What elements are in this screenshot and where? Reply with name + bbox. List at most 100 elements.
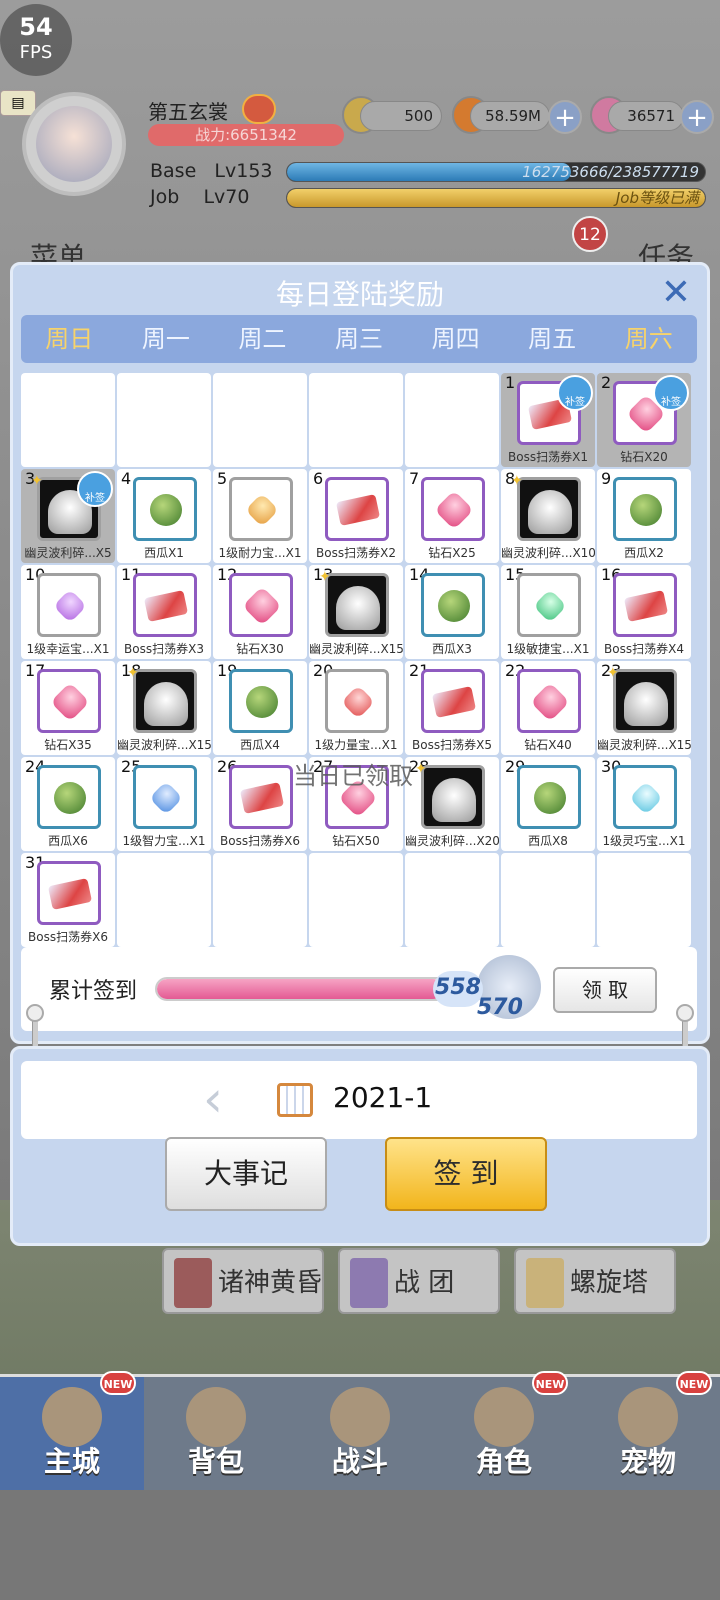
ghost-item-icon [144,682,188,726]
nav-tab-4[interactable]: 宠物 NEW [576,1371,720,1490]
reward-label: Boss扫荡券X5 [412,738,492,752]
claim-cumulative-button[interactable]: 领 取 [553,967,657,1013]
item-frame [517,477,581,541]
current-month: 2021-1 [333,1081,433,1114]
feature-tower[interactable]: 螺旋塔 [514,1248,676,1314]
id-card-icon[interactable]: ▤ [0,90,36,116]
reward-label: Boss扫荡券X2 [316,546,396,560]
empty-day-cell [117,853,211,947]
avatar[interactable] [22,92,126,196]
cumulative-progress-bar [155,977,451,1001]
feature-tower-label: 螺旋塔 [570,1268,649,1298]
reward-day-cell[interactable]: 19 西瓜X4 [213,661,307,755]
nav-tab-label: 主城 [43,1445,100,1478]
reward-day-cell[interactable]: 28 ✦ 幽灵波利碎...X20 [405,757,499,851]
item-frame [517,669,581,733]
item-frame [421,669,485,733]
cumulative-label: 累计签到 [49,979,138,1004]
melon-item-icon [246,686,278,718]
daily-login-modal: 每日登陆奖励 ✕ 周日 周一 周二 周三 周四 周五 周六 1 补签 Boss扫荡券… [10,262,710,1044]
feature-guild[interactable]: 战 团 [338,1248,500,1314]
reward-day-cell[interactable]: 20 1级力量宝...X1 [309,661,403,755]
reward-day-cell[interactable]: 10 1级幸运宝...X1 [21,565,115,659]
prev-month-chevron-icon[interactable]: ‹ [203,1074,223,1124]
reward-day-cell[interactable]: 24 西瓜X6 [21,757,115,851]
empty-day-cell [213,373,307,467]
purple-item-icon [53,589,87,623]
reward-day-cell[interactable]: 31 Boss扫荡券X6 [21,853,115,947]
reward-label: 钻石X50 [332,834,380,848]
add-gold-button[interactable]: + [548,100,582,134]
item-frame [37,765,101,829]
makeup-badge[interactable]: 补签 [653,375,689,411]
job-exp-bar: Job等级已满 [286,188,706,208]
feature-ragnarok[interactable]: 诸神黄昏 [162,1248,324,1314]
weekday-header: 周日 周一 周二 周三 周四 周五 周六 [21,315,697,363]
claimed-today-overlay: 当日已领取 [293,762,413,790]
reward-label: 西瓜X6 [48,834,88,848]
empty-day-cell [309,373,403,467]
base-level-row: Base Lv153 [150,160,273,182]
events-button[interactable]: 大事记 [165,1137,327,1211]
reward-day-cell[interactable]: 6 Boss扫荡券X2 [309,469,403,563]
reward-day-cell[interactable]: 22 钻石X40 [501,661,595,755]
reward-label: 1级灵巧宝...X1 [602,834,686,848]
reward-day-cell[interactable]: 21 Boss扫荡券X5 [405,661,499,755]
reward-day-cell[interactable]: 7 钻石X25 [405,469,499,563]
makeup-badge[interactable]: 补签 [77,471,113,507]
reward-day-cell[interactable]: 17 钻石X35 [21,661,115,755]
avatar-face-icon [36,106,112,182]
reward-day-cell[interactable]: 18 ✦ 幽灵波利碎...X15 [117,661,211,755]
bottom-strip [0,1490,720,1600]
reward-day-cell[interactable]: 1 补签 Boss扫荡券X1 [501,373,595,467]
item-frame [229,573,293,637]
rank-crown-icon[interactable] [242,94,276,124]
reward-day-cell[interactable]: 4 西瓜X1 [117,469,211,563]
reward-day-cell[interactable]: 16 Boss扫荡券X4 [597,565,691,659]
reward-label: 1级耐力宝...X1 [218,546,302,560]
reward-label: 幽灵波利碎...X10 [501,546,595,560]
nav-tab-label: 背包 [187,1445,244,1478]
reward-day-cell[interactable]: 15 1级敏捷宝...X1 [501,565,595,659]
reward-day-cell[interactable]: 30 1级灵巧宝...X1 [597,757,691,851]
reward-label: 1级力量宝...X1 [314,738,398,752]
nav-tab-1[interactable]: 背包 [144,1374,288,1490]
reward-day-cell[interactable]: 12 钻石X30 [213,565,307,659]
new-badge: NEW [532,1371,568,1395]
reward-label: 西瓜X8 [528,834,568,848]
item-frame [613,669,677,733]
item-frame [229,477,293,541]
reward-day-cell[interactable]: 9 西瓜X2 [597,469,691,563]
reward-day-cell[interactable]: 8 ✦ 幽灵波利碎...X10 [501,469,595,563]
gem-item-icon [530,682,570,722]
reward-day-cell[interactable]: 23 ✦ 幽灵波利碎...X15 [597,661,691,755]
reward-day-cell[interactable]: 2 补签 钻石X20 [597,373,691,467]
reward-day-cell[interactable]: 13 ✦ 幽灵波利碎...X15 [309,565,403,659]
nav-tab-0[interactable]: 主城 NEW [0,1371,144,1490]
item-frame [37,573,101,637]
makeup-badge[interactable]: 补签 [557,375,593,411]
empty-day-cell [405,373,499,467]
ghost-item-icon [528,490,572,534]
nav-tab-2[interactable]: 战斗 [288,1374,432,1490]
green-item-icon [533,589,567,623]
job-exp-text: Job等级已满 [615,189,699,207]
reward-day-cell[interactable]: 11 Boss扫荡券X3 [117,565,211,659]
add-diamond-button[interactable]: + [680,100,714,134]
reward-day-cell[interactable]: 3 ✦ 补签 幽灵波利碎...X5 [21,469,115,563]
nav-tab-3[interactable]: 角色 NEW [432,1371,576,1490]
modal-title: 每日登陆奖励 [275,278,444,311]
base-exp-text: 162753666/238577719 [522,163,699,181]
close-icon[interactable]: ✕ [661,275,691,311]
reward-day-cell[interactable]: 14 西瓜X3 [405,565,499,659]
item-frame [613,573,677,637]
reward-day-cell[interactable]: 29 西瓜X8 [501,757,595,851]
melon-item-icon [534,782,566,814]
reward-day-cell[interactable]: 5 1级耐力宝...X1 [213,469,307,563]
sign-in-button[interactable]: 签 到 [385,1137,547,1211]
item-frame [421,573,485,637]
item-frame [325,573,389,637]
reward-day-cell[interactable]: 25 1级智力宝...X1 [117,757,211,851]
day-number: 4 [121,469,132,488]
reward-label: 西瓜X4 [240,738,280,752]
